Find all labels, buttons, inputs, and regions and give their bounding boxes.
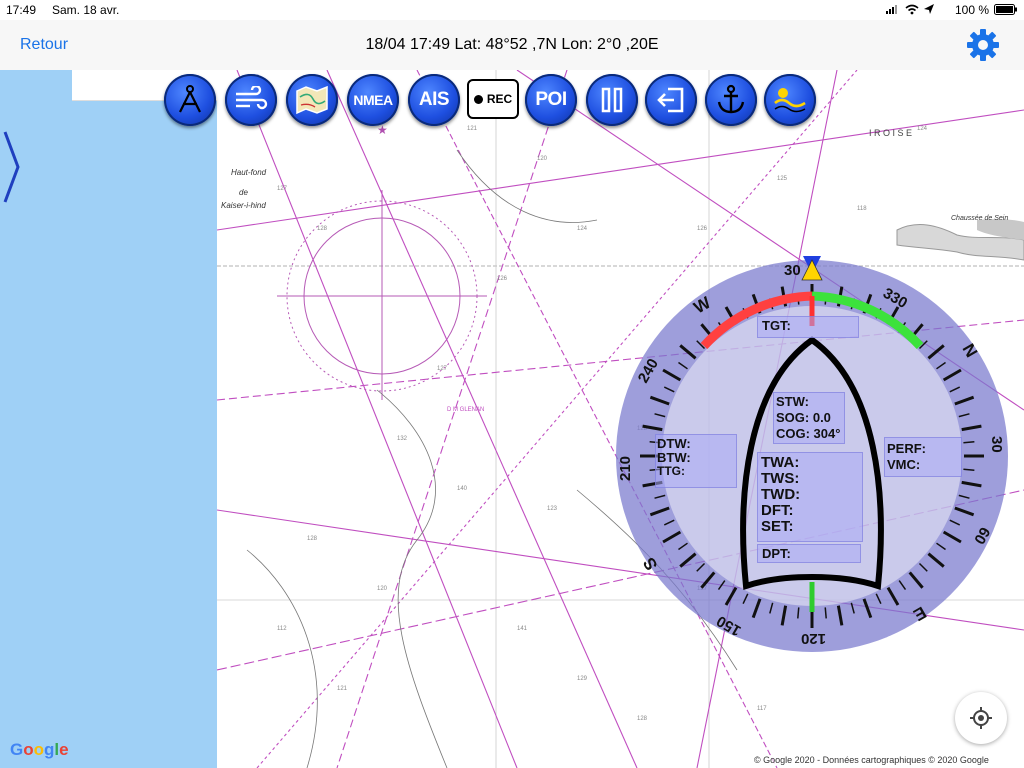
svg-text:124: 124 bbox=[577, 226, 588, 232]
svg-text:126: 126 bbox=[497, 276, 508, 282]
location-icon bbox=[924, 4, 934, 14]
svg-text:120: 120 bbox=[377, 586, 388, 592]
twa-label: TWA: bbox=[761, 454, 800, 471]
record-label: REC bbox=[486, 92, 513, 106]
compass-tick bbox=[963, 468, 975, 471]
svg-text:132: 132 bbox=[397, 436, 408, 442]
nmea-label: NMEA bbox=[353, 92, 393, 108]
wind-button[interactable] bbox=[225, 74, 277, 126]
exit-button[interactable] bbox=[645, 74, 697, 126]
chart-label-de: de bbox=[239, 188, 248, 197]
svg-text:128: 128 bbox=[637, 716, 648, 722]
ais-label: AIS bbox=[418, 89, 450, 110]
sog-label: SOG: 0.0 bbox=[776, 410, 831, 425]
btw-label: BTW: bbox=[657, 450, 691, 465]
anchor-icon bbox=[717, 84, 745, 114]
stw-label: STW: bbox=[776, 394, 809, 409]
twd-label: TWD: bbox=[761, 486, 801, 503]
exit-door-icon bbox=[657, 87, 684, 113]
degree-label-120: 120 bbox=[801, 630, 826, 647]
compass-tick bbox=[824, 607, 827, 619]
svg-text:121: 121 bbox=[337, 686, 348, 692]
svg-text:128: 128 bbox=[317, 226, 328, 232]
navigation-bar: Retour 18/04 17:49 Lat: 48°52 ,7N Lon: 2… bbox=[0, 20, 1024, 71]
wifi-icon bbox=[905, 4, 919, 15]
pause-button[interactable] bbox=[586, 74, 638, 126]
vmc-label: VMC: bbox=[887, 457, 921, 472]
nmea-button[interactable]: NMEA bbox=[347, 74, 399, 126]
tws-label: TWS: bbox=[761, 470, 800, 487]
chart-label-kaiser: Kaiser-i-hind bbox=[221, 201, 266, 210]
map-water-area[interactable] bbox=[0, 70, 217, 768]
svg-text:117: 117 bbox=[757, 706, 767, 712]
svg-text:124: 124 bbox=[917, 126, 928, 132]
side-panel-chevron-icon[interactable] bbox=[2, 130, 22, 204]
compass-tick bbox=[797, 607, 800, 619]
google-logo: Google bbox=[10, 740, 69, 759]
svg-text:118: 118 bbox=[857, 206, 867, 212]
anchor-button[interactable] bbox=[705, 74, 757, 126]
dtw-label: DTW: bbox=[657, 436, 691, 451]
status-date: Sam. 18 avr. bbox=[52, 3, 120, 17]
degree-label-210: 210 bbox=[617, 456, 634, 481]
tgt-label: TGT: bbox=[762, 318, 791, 333]
battery-percent: 100 % bbox=[955, 3, 990, 17]
ais-button[interactable]: AIS bbox=[408, 74, 460, 126]
svg-text:112: 112 bbox=[277, 626, 287, 632]
compass-tick bbox=[963, 441, 975, 444]
record-button[interactable]: REC bbox=[467, 79, 519, 119]
map-layers-button[interactable] bbox=[286, 74, 338, 126]
pause-icon bbox=[601, 87, 623, 113]
status-time: 17:49 bbox=[6, 3, 37, 17]
tide-button[interactable] bbox=[764, 74, 816, 126]
perf-label: PERF: bbox=[887, 441, 926, 456]
svg-text:120: 120 bbox=[537, 156, 548, 162]
divider-compass-icon bbox=[179, 85, 201, 113]
svg-text:127: 127 bbox=[437, 366, 448, 372]
measure-compass-tool-button[interactable] bbox=[164, 74, 216, 126]
svg-text:128: 128 bbox=[307, 536, 318, 542]
svg-text:140: 140 bbox=[457, 486, 468, 492]
tide-sun-wave-icon bbox=[774, 88, 806, 113]
chart-label-iroise: I R O I S E bbox=[869, 128, 912, 138]
cog-label: COG: 304° bbox=[776, 426, 841, 441]
chart-label-chaussee: Chaussée de Sein bbox=[951, 215, 1008, 222]
record-dot-icon bbox=[473, 94, 483, 104]
wind-icon bbox=[236, 86, 268, 110]
ttg-label: TTG: bbox=[657, 464, 685, 478]
status-icons bbox=[886, 3, 946, 18]
svg-text:141: 141 bbox=[517, 626, 528, 632]
map-copyright: © Google 2020 - Données cartographiques … bbox=[754, 755, 989, 765]
chart-label-glenan: D M GLENAN bbox=[447, 407, 484, 413]
chart-label-haut-fond: Haut-fond bbox=[231, 168, 267, 177]
my-location-button[interactable] bbox=[955, 692, 1007, 744]
svg-text:121: 121 bbox=[467, 126, 478, 132]
dpt-label: DPT: bbox=[762, 546, 791, 561]
degree-label-30: 30 bbox=[988, 436, 1005, 453]
svg-text:127: 127 bbox=[277, 186, 288, 192]
svg-text:125: 125 bbox=[777, 176, 788, 182]
settings-gear-icon[interactable] bbox=[966, 28, 1000, 62]
signal-icon bbox=[886, 5, 897, 14]
poi-label: POI bbox=[535, 89, 567, 110]
crosshair-icon bbox=[970, 707, 992, 729]
set-label: SET: bbox=[761, 518, 794, 535]
map-icon bbox=[296, 85, 328, 115]
poi-button[interactable]: POI bbox=[525, 74, 577, 126]
svg-text:123: 123 bbox=[547, 506, 558, 512]
page-title: 18/04 17:49 Lat: 48°52 ,7N Lon: 2°0 ,20E bbox=[365, 36, 659, 53]
status-bar: 17:49 Sam. 18 avr. 100 % bbox=[0, 0, 1024, 20]
dft-label: DFT: bbox=[761, 502, 794, 519]
svg-text:129: 129 bbox=[577, 676, 588, 682]
battery-icon bbox=[994, 4, 1018, 18]
degree-label-top: 30 bbox=[784, 262, 801, 279]
svg-text:126: 126 bbox=[697, 226, 708, 232]
